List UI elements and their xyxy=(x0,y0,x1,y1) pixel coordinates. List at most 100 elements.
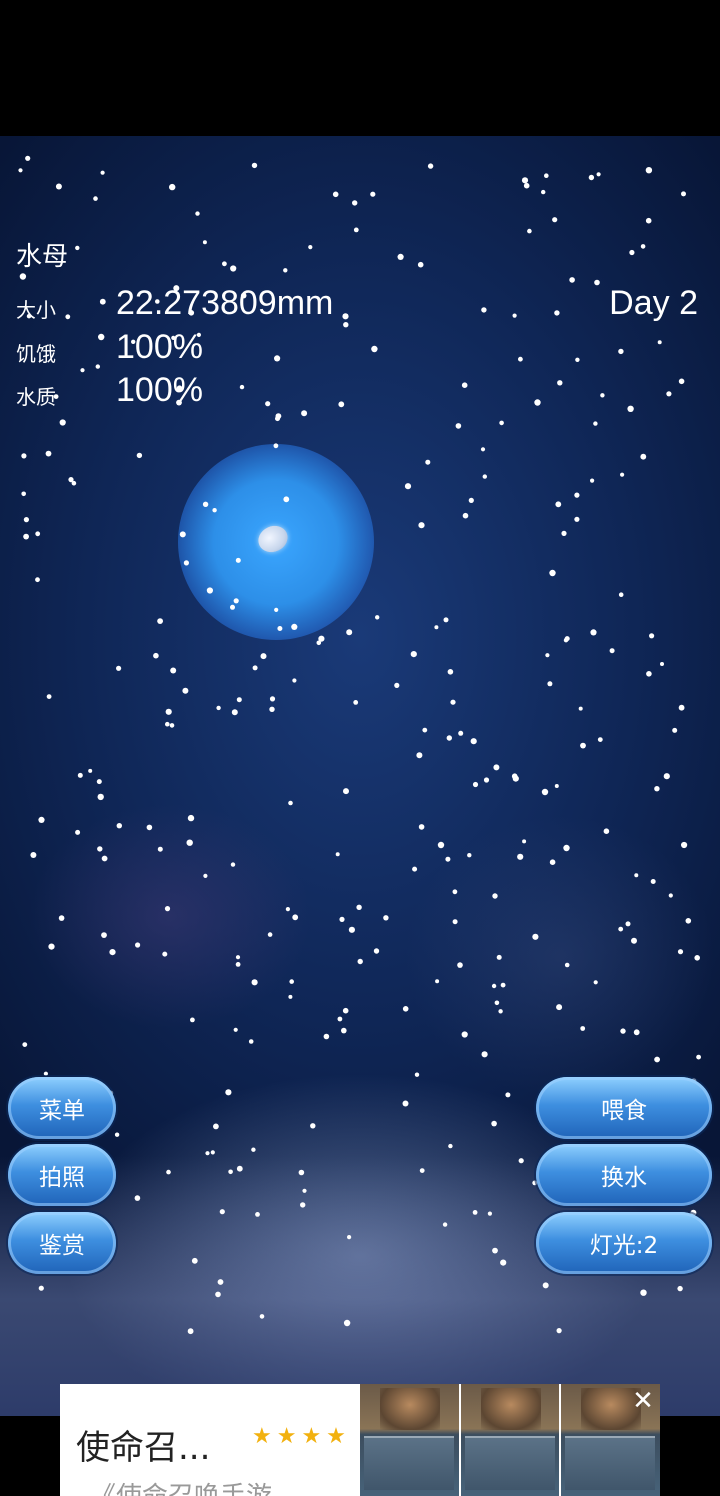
food-particle xyxy=(681,841,688,849)
food-particle xyxy=(233,598,239,604)
food-particle xyxy=(625,921,631,927)
food-particle xyxy=(640,1289,647,1296)
food-particle xyxy=(348,926,355,933)
ad-subtitle: 《使命召唤手游 xyxy=(90,1476,272,1496)
appreciate-button[interactable]: 鉴赏 xyxy=(8,1212,116,1274)
food-particle xyxy=(187,814,195,822)
food-particle xyxy=(472,1210,478,1215)
menu-button[interactable]: 菜单 xyxy=(8,1077,116,1139)
hunger-value: 100% xyxy=(116,328,203,366)
close-icon[interactable]: ✕ xyxy=(630,1388,656,1414)
water-quality-value: 100% xyxy=(116,371,203,409)
food-particle xyxy=(23,517,29,523)
food-particle xyxy=(212,508,217,513)
food-particle xyxy=(251,1147,256,1152)
food-particle xyxy=(500,1259,507,1266)
water-quality-label: 水质 xyxy=(16,385,56,409)
size-label: 大小 xyxy=(16,298,56,322)
food-particle xyxy=(277,626,283,631)
food-particle xyxy=(289,979,295,984)
food-particle xyxy=(462,512,469,519)
food-particle xyxy=(487,1211,492,1216)
food-particle xyxy=(225,1089,232,1096)
food-particle xyxy=(620,1028,626,1034)
food-particle xyxy=(252,665,258,671)
food-particle xyxy=(30,852,37,858)
food-particle xyxy=(554,784,559,788)
food-particle xyxy=(116,823,123,829)
food-particle xyxy=(215,1291,221,1298)
food-particle xyxy=(347,1235,352,1240)
food-particle xyxy=(169,723,175,728)
food-particle xyxy=(162,951,168,957)
food-particle xyxy=(442,1222,448,1227)
food-particle xyxy=(97,793,104,801)
food-particle xyxy=(500,982,506,988)
food-particle xyxy=(633,1029,640,1036)
food-particle xyxy=(21,491,27,497)
food-particle xyxy=(259,1314,265,1319)
food-particle xyxy=(235,962,241,967)
food-particle xyxy=(146,824,153,831)
food-particle xyxy=(170,667,177,674)
food-particle xyxy=(458,730,464,736)
food-particle xyxy=(182,687,189,694)
food-particle xyxy=(353,700,359,705)
food-particle xyxy=(422,727,428,733)
ad-thumbnails[interactable] xyxy=(360,1384,660,1496)
ad-banner[interactable]: 使命召... ★★★★ 《使命召唤手游 ✕ xyxy=(60,1384,660,1496)
food-particle xyxy=(443,617,449,623)
food-particle xyxy=(210,1150,215,1155)
food-particle xyxy=(555,501,562,508)
food-particle xyxy=(545,653,550,658)
ad-rating-stars: ★★★★ xyxy=(252,1424,351,1449)
food-particle xyxy=(631,937,637,944)
food-particle xyxy=(532,933,539,940)
light-button[interactable]: 灯光:2 xyxy=(536,1212,712,1274)
food-particle xyxy=(446,735,452,741)
food-particle xyxy=(255,1212,260,1217)
food-particle xyxy=(179,531,186,538)
food-particle xyxy=(564,962,570,968)
food-particle xyxy=(542,1282,549,1289)
food-particle xyxy=(450,699,456,705)
food-particle xyxy=(357,958,363,965)
food-particle xyxy=(342,1007,349,1014)
food-particle xyxy=(574,516,580,522)
food-particle xyxy=(302,1188,307,1193)
food-particle xyxy=(164,906,171,912)
food-particle xyxy=(467,853,472,858)
food-particle xyxy=(323,1033,330,1040)
food-particle xyxy=(547,681,553,687)
food-particle xyxy=(213,1123,219,1130)
food-particle xyxy=(291,623,298,630)
food-particle xyxy=(283,496,290,503)
food-particle xyxy=(672,727,678,733)
food-particle xyxy=(512,775,519,782)
food-particle xyxy=(461,1031,468,1038)
food-particle xyxy=(445,856,451,862)
food-particle xyxy=(491,1120,497,1127)
food-particle xyxy=(318,635,325,642)
food-particle xyxy=(496,954,502,960)
food-particle xyxy=(563,844,570,852)
photo-button[interactable]: 拍照 xyxy=(8,1144,116,1206)
food-particle xyxy=(663,773,670,780)
food-particle xyxy=(654,786,660,792)
feed-button[interactable]: 喂食 xyxy=(536,1077,712,1139)
food-particle xyxy=(236,697,242,703)
food-particle xyxy=(650,879,656,884)
food-particle xyxy=(43,1071,49,1076)
food-particle xyxy=(337,1016,343,1022)
food-particle xyxy=(574,492,580,498)
change-water-button[interactable]: 换水 xyxy=(536,1144,712,1206)
food-particle xyxy=(593,980,598,985)
food-particle xyxy=(481,1051,488,1058)
food-particle xyxy=(191,1257,198,1264)
food-particle xyxy=(590,629,597,636)
day-counter: Day 2 xyxy=(609,284,698,322)
food-particle xyxy=(518,1158,524,1164)
food-particle xyxy=(233,1027,238,1032)
food-particle xyxy=(292,914,299,921)
food-particle xyxy=(373,948,380,954)
